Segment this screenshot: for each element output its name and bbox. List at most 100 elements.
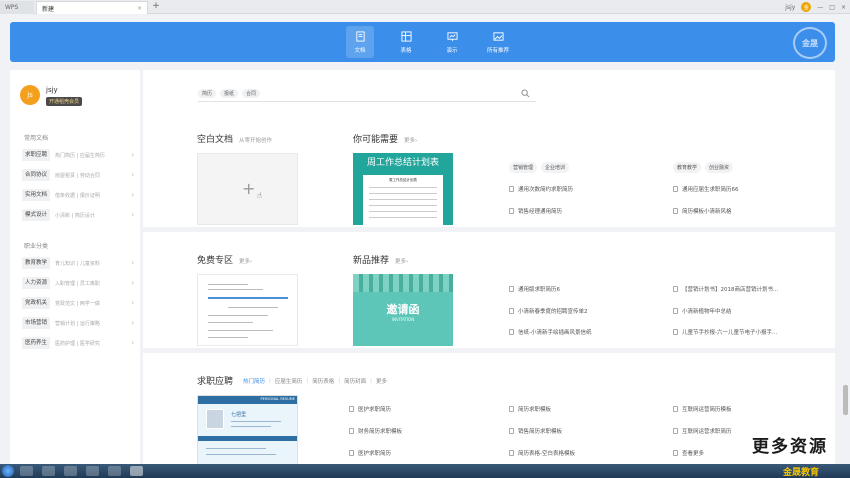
sidebar-item-gov[interactable]: 党政机关 党政范文 | 两学一做 › bbox=[22, 297, 134, 309]
search-chip[interactable]: 报纸 bbox=[220, 89, 239, 98]
tag[interactable]: 营销管理 bbox=[509, 162, 538, 173]
taskbar-app-wps[interactable] bbox=[130, 466, 143, 476]
close-icon[interactable]: × bbox=[137, 5, 142, 12]
tab-hot-resume[interactable]: 热门简历 bbox=[243, 377, 265, 385]
template-card[interactable]: 邀请函 INVITATION bbox=[353, 274, 453, 346]
maybe-heading: 你可能需要 更多› bbox=[353, 132, 417, 145]
list-item[interactable]: 互联网运营简历模板 bbox=[673, 405, 732, 413]
nav-all[interactable]: 所有推荐 bbox=[484, 26, 512, 58]
user-label[interactable]: jsjy bbox=[785, 4, 795, 11]
list-item[interactable]: 通用应届生求职简历66 bbox=[673, 185, 739, 193]
document-icon bbox=[673, 450, 678, 456]
nav-presentation[interactable]: 演示 bbox=[438, 26, 466, 58]
sidebar-item-sub[interactable]: 房屋租赁 | 劳动合同 bbox=[55, 172, 100, 179]
view-more-link[interactable]: 查看更多 bbox=[673, 449, 704, 457]
list-item[interactable]: 财务简历求职模板 bbox=[349, 427, 402, 435]
sidebar-item-practical[interactable]: 实用文档 借条收据 | 报价证明 › bbox=[22, 189, 134, 201]
avatar[interactable]: 金 bbox=[801, 2, 812, 12]
vip-badge[interactable]: 开通稻壳会员 bbox=[46, 97, 83, 106]
list-item[interactable]: 简历表格-空白表格模板 bbox=[509, 449, 575, 457]
sidebar-item-sub[interactable]: 借条收据 | 报价证明 bbox=[55, 192, 100, 199]
list-item[interactable]: 通用次数简约求职简历 bbox=[509, 185, 573, 193]
more-link[interactable]: 更多› bbox=[395, 257, 408, 265]
tab-resume-cover[interactable]: 简历封面 bbox=[344, 377, 366, 385]
list-item[interactable]: 销售经理通用简历 bbox=[509, 207, 562, 215]
sidebar-item-label: 模式设计 bbox=[22, 209, 51, 221]
start-button[interactable] bbox=[2, 465, 14, 477]
template-card[interactable] bbox=[197, 274, 298, 346]
table-icon bbox=[400, 30, 412, 42]
sidebar-item-sub[interactable]: 党政范文 | 两学一做 bbox=[55, 300, 100, 307]
sidebar-item-sub[interactable]: 小清新 | 简历设计 bbox=[55, 212, 95, 219]
tag[interactable]: 企业培训 bbox=[541, 162, 570, 173]
minimize-icon[interactable]: — bbox=[817, 4, 823, 11]
tag[interactable]: 教育教学 bbox=[673, 162, 702, 173]
taskbar-app[interactable] bbox=[20, 466, 33, 476]
avatar[interactable]: js bbox=[20, 85, 40, 105]
taskbar-app[interactable] bbox=[42, 466, 55, 476]
list-item[interactable]: 通用版求职简历6 bbox=[509, 285, 560, 293]
tab-resume-table[interactable]: 简历表格 bbox=[312, 377, 334, 385]
sidebar-item-hr[interactable]: 人力资源 入职管理 | 员工离职 › bbox=[22, 277, 134, 289]
sidebar-item-marketing[interactable]: 市场营销 营销计划 | 运行策略 › bbox=[22, 317, 134, 329]
chevron-right-icon: › bbox=[131, 339, 134, 347]
scrollbar[interactable] bbox=[843, 385, 848, 415]
sidebar-item-sub[interactable]: 营销计划 | 运行策略 bbox=[55, 320, 100, 327]
more-link[interactable]: 更多› bbox=[404, 136, 417, 144]
section-title: 你可能需要 bbox=[353, 135, 399, 145]
sidebar-item-jobs[interactable]: 求职应聘 热门简历 | 应届生简历 › bbox=[22, 149, 134, 161]
section-title: 求职应聘 bbox=[197, 377, 234, 387]
list-item[interactable]: 【营销计划书】2018商店营销计划书... bbox=[673, 285, 778, 293]
list-item[interactable]: 简历求职模板 bbox=[509, 405, 551, 413]
brand-logo: 金晟教育 bbox=[783, 468, 820, 478]
section-sub: 从零开始创作 bbox=[239, 138, 273, 144]
tab-new[interactable]: 新建 × bbox=[36, 1, 148, 14]
tab-wps[interactable]: WPS bbox=[0, 1, 34, 14]
sidebar-item-contracts[interactable]: 合同协议 房屋租赁 | 劳动合同 › bbox=[22, 169, 134, 181]
list-item[interactable]: 小清新春季度的招聘宣传单2 bbox=[509, 307, 588, 315]
taskbar-app[interactable] bbox=[108, 466, 121, 476]
free-heading: 免费专区 更多› bbox=[197, 253, 252, 266]
sidebar-item-sub[interactable]: 育儿知识 | 儿童资料 bbox=[55, 260, 100, 267]
sidebar-item-sub[interactable]: 热门简历 | 应届生简历 bbox=[55, 152, 105, 159]
list-item[interactable]: 儿童节手抄报-六一儿童节电子小报手... bbox=[673, 328, 777, 336]
search-chip[interactable]: 合同 bbox=[242, 89, 261, 98]
new-blank-doc-button[interactable]: + ☝ bbox=[197, 153, 298, 225]
sidebar-item-health[interactable]: 医药养生 医药护理 | 医学研究 › bbox=[22, 337, 134, 349]
list-item[interactable]: 互联网运营求职简历 bbox=[673, 427, 732, 435]
template-card[interactable]: 周工作总结计划表 周工作总结计划表 bbox=[353, 153, 453, 225]
close-window-icon[interactable]: × bbox=[841, 4, 846, 11]
plus-icon: + bbox=[242, 179, 256, 198]
list-item-label: 财务简历求职模板 bbox=[358, 429, 403, 435]
nav-table[interactable]: 表格 bbox=[392, 26, 420, 58]
list-item[interactable]: 小清新植物年中总结 bbox=[673, 307, 732, 315]
list-item[interactable]: 医护求职简历 bbox=[349, 405, 391, 413]
add-tab-button[interactable]: + bbox=[150, 1, 162, 11]
list-item[interactable]: 信纸-小清新手绘插画风景信纸 bbox=[509, 328, 592, 336]
sidebar: js jsjy 开通稻壳会员 常用文档 求职应聘 热门简历 | 应届生简历 › 合同… bbox=[10, 70, 140, 465]
tag[interactable]: 创业融资 bbox=[705, 162, 734, 173]
sidebar-item-sub[interactable]: 入职管理 | 员工离职 bbox=[55, 280, 100, 287]
sidebar-item-label: 党政机关 bbox=[22, 297, 51, 309]
tab-graduate-resume[interactable]: 应届生简历 bbox=[275, 377, 303, 385]
taskbar-app[interactable] bbox=[64, 466, 77, 476]
document-icon bbox=[509, 286, 514, 292]
more-link[interactable]: 更多› bbox=[239, 257, 252, 265]
search-chip[interactable]: 简历 bbox=[198, 89, 217, 98]
list-item[interactable]: 简历模板小清新风格 bbox=[673, 207, 732, 215]
maximize-icon[interactable]: □ bbox=[829, 4, 835, 11]
document-icon bbox=[349, 450, 354, 456]
search-bar[interactable]: 简历 报纸 合同 bbox=[198, 86, 536, 102]
sidebar-item-sub[interactable]: 医药护理 | 医学研究 bbox=[55, 340, 100, 347]
template-card[interactable]: PERSONAL RESUME 七把里 bbox=[197, 395, 298, 465]
taskbar-app[interactable] bbox=[86, 466, 99, 476]
nav-doc[interactable]: 文档 bbox=[346, 26, 374, 58]
sidebar-item-label: 求职应聘 bbox=[22, 149, 51, 161]
sidebar-item-education[interactable]: 教育教学 育儿知识 | 儿童资料 › bbox=[22, 257, 134, 269]
list-item[interactable]: 医护求职简历 bbox=[349, 449, 391, 457]
list-item[interactable]: 销售简历求职模板 bbox=[509, 427, 562, 435]
sidebar-item-design[interactable]: 模式设计 小清新 | 简历设计 › bbox=[22, 209, 134, 221]
user-profile[interactable]: js jsjy 开通稻壳会员 bbox=[20, 85, 83, 106]
search-icon[interactable] bbox=[521, 89, 530, 98]
tab-more[interactable]: 更多 bbox=[376, 377, 387, 385]
